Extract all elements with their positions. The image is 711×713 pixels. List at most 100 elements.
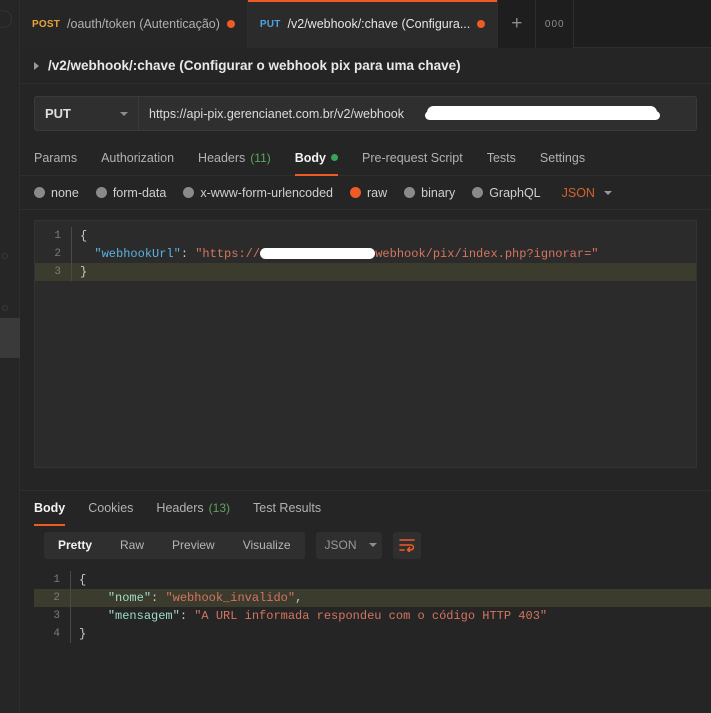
response-body-code[interactable]: 1{2 "nome": "webhook_invalido", 3 "mensag… xyxy=(34,571,711,643)
code-text[interactable]: } xyxy=(71,263,696,281)
response-tab-headers[interactable]: Headers (13) xyxy=(156,490,230,526)
code-token: , xyxy=(295,591,303,605)
code-line: 3 "mensagem": "A URL informada respondeu… xyxy=(34,607,711,625)
tab-label: Tests xyxy=(486,150,516,165)
tab-body[interactable]: Body xyxy=(294,140,339,176)
body-language-select[interactable]: JSON xyxy=(562,186,612,200)
unsaved-changes-icon[interactable] xyxy=(477,20,486,28)
chevron-down-icon xyxy=(603,190,612,195)
code-text[interactable]: { xyxy=(70,571,711,589)
line-number: 4 xyxy=(53,628,60,640)
code-token: : xyxy=(180,247,196,261)
body-type-none[interactable]: none xyxy=(34,186,79,200)
code-line: 4} xyxy=(34,625,711,643)
body-type-raw[interactable]: raw xyxy=(350,186,387,200)
radio-icon xyxy=(183,187,195,198)
code-token: "webhookUrl" xyxy=(94,247,181,261)
code-text[interactable]: { xyxy=(71,227,696,245)
format-preview-button[interactable]: Preview xyxy=(158,532,229,559)
response-tab-test-results[interactable]: Test Results xyxy=(253,490,321,526)
response-pane: Body Cookies Headers (13) Test Results P… xyxy=(20,490,711,713)
code-token: webhook/pix/index.php?ignorar=" xyxy=(375,247,599,261)
response-section-tabs: Body Cookies Headers (13) Test Results xyxy=(20,490,711,526)
response-language-label: JSON xyxy=(324,538,357,552)
left-sidebar-rail xyxy=(0,0,20,713)
body-type-graphql[interactable]: GraphQL xyxy=(472,185,541,200)
format-raw-button[interactable]: Raw xyxy=(106,532,158,559)
code-text[interactable]: } xyxy=(70,625,711,643)
format-pretty-button[interactable]: Pretty xyxy=(44,532,106,559)
code-text[interactable]: "webhookUrl": "https:// webhook/pix/index… xyxy=(71,245,696,263)
body-type-label: x-www-form-urlencoded xyxy=(200,185,333,200)
code-token: "webhook_invalido" xyxy=(165,591,296,605)
sidebar-collection-dot-icon xyxy=(2,305,8,311)
tab-authorization[interactable]: Authorization xyxy=(101,140,174,176)
code-token: { xyxy=(80,229,88,243)
url-bar: PUT https://api-pix.gerencianet.com.br/v… xyxy=(34,96,697,131)
new-tab-button[interactable]: + xyxy=(498,0,537,48)
tab-label: Body xyxy=(294,150,326,165)
chevron-right-icon[interactable] xyxy=(34,61,39,70)
code-text[interactable]: "mensagem": "A URL informada respondeu c… xyxy=(70,607,711,625)
http-method-select[interactable]: PUT xyxy=(35,97,139,130)
body-type-label: form-data xyxy=(112,185,167,200)
line-number: 3 xyxy=(53,610,60,622)
tab-params[interactable]: Params xyxy=(34,140,77,176)
response-body-viewer[interactable]: 1{2 "nome": "webhook_invalido", 3 "mensag… xyxy=(20,571,711,643)
response-language-select[interactable]: JSON xyxy=(315,531,382,559)
tab-label: Authorization xyxy=(101,150,175,165)
code-token: : xyxy=(179,609,195,623)
body-type-label: GraphQL xyxy=(489,185,541,200)
code-line: 3} xyxy=(35,263,696,281)
body-type-urlencoded[interactable]: x-www-form-urlencoded xyxy=(183,186,333,200)
tab-label: Pre-request Script xyxy=(362,150,463,165)
tab-oauth-token[interactable]: POST /oauth/token (Autenticação) xyxy=(20,0,248,48)
tab-options-button[interactable]: 000 xyxy=(536,0,575,48)
chevron-down-icon xyxy=(120,111,128,116)
code-token: "nome" xyxy=(107,591,152,605)
response-headers-count-badge: (13) xyxy=(208,501,231,515)
radio-icon xyxy=(95,187,107,198)
url-input[interactable]: https://api-pix.gerencianet.com.br/v2/we… xyxy=(139,97,696,130)
unsaved-changes-icon[interactable] xyxy=(226,20,235,28)
tab-headers[interactable]: Headers (11) xyxy=(198,140,271,176)
code-token: } xyxy=(80,265,88,279)
radio-icon xyxy=(34,187,45,198)
sidebar-collection-dot-icon xyxy=(2,253,8,259)
code-token: "https:// xyxy=(195,247,261,261)
line-number: 1 xyxy=(53,574,60,586)
body-type-label: binary xyxy=(421,185,456,200)
workspace-avatar-icon xyxy=(0,10,12,28)
tab-label: Cookies xyxy=(88,501,134,515)
chevron-down-icon xyxy=(368,543,377,547)
tab-v2-webhook-chave[interactable]: PUT /v2/webhook/:chave (Configura... xyxy=(247,0,499,48)
wrap-text-button[interactable] xyxy=(392,531,421,559)
code-text[interactable]: "nome": "webhook_invalido", xyxy=(70,589,711,607)
sidebar-selected-item[interactable] xyxy=(0,318,20,358)
tab-tests[interactable]: Tests xyxy=(487,140,516,176)
tab-label: Body xyxy=(34,501,66,515)
format-visualize-button[interactable]: Visualize xyxy=(229,532,305,559)
code-line: 1{ xyxy=(35,227,696,245)
code-line: 1{ xyxy=(34,571,711,589)
tab-label: Params xyxy=(34,150,78,165)
request-body-code[interactable]: 1{2 "webhookUrl": "https://webhook/pix/i… xyxy=(35,227,696,281)
url-redaction-mark xyxy=(425,111,660,120)
tab-settings[interactable]: Settings xyxy=(540,140,585,176)
tab-pre-request-script[interactable]: Pre-request Script xyxy=(362,140,463,176)
response-tab-cookies[interactable]: Cookies xyxy=(88,490,133,526)
request-tab-strip: POST /oauth/token (Autenticação) PUT /v2… xyxy=(20,0,711,48)
tab-title-label: /oauth/token (Autenticação) xyxy=(67,17,220,31)
request-body-editor[interactable]: 1{2 "webhookUrl": "https://webhook/pix/i… xyxy=(34,220,697,468)
code-line: 2 "webhookUrl": "https:// webhook/pix/ind… xyxy=(35,245,696,263)
tab-label: Test Results xyxy=(253,501,322,515)
body-type-label: none xyxy=(51,185,79,200)
radio-icon-selected xyxy=(350,187,361,198)
body-type-form-data[interactable]: form-data xyxy=(95,185,167,200)
body-type-binary[interactable]: binary xyxy=(404,186,455,200)
response-tab-body[interactable]: Body xyxy=(34,490,66,526)
request-title-bar: /v2/webhook/:chave (Configurar o webhook… xyxy=(20,48,711,84)
body-language-label: JSON xyxy=(561,185,595,200)
